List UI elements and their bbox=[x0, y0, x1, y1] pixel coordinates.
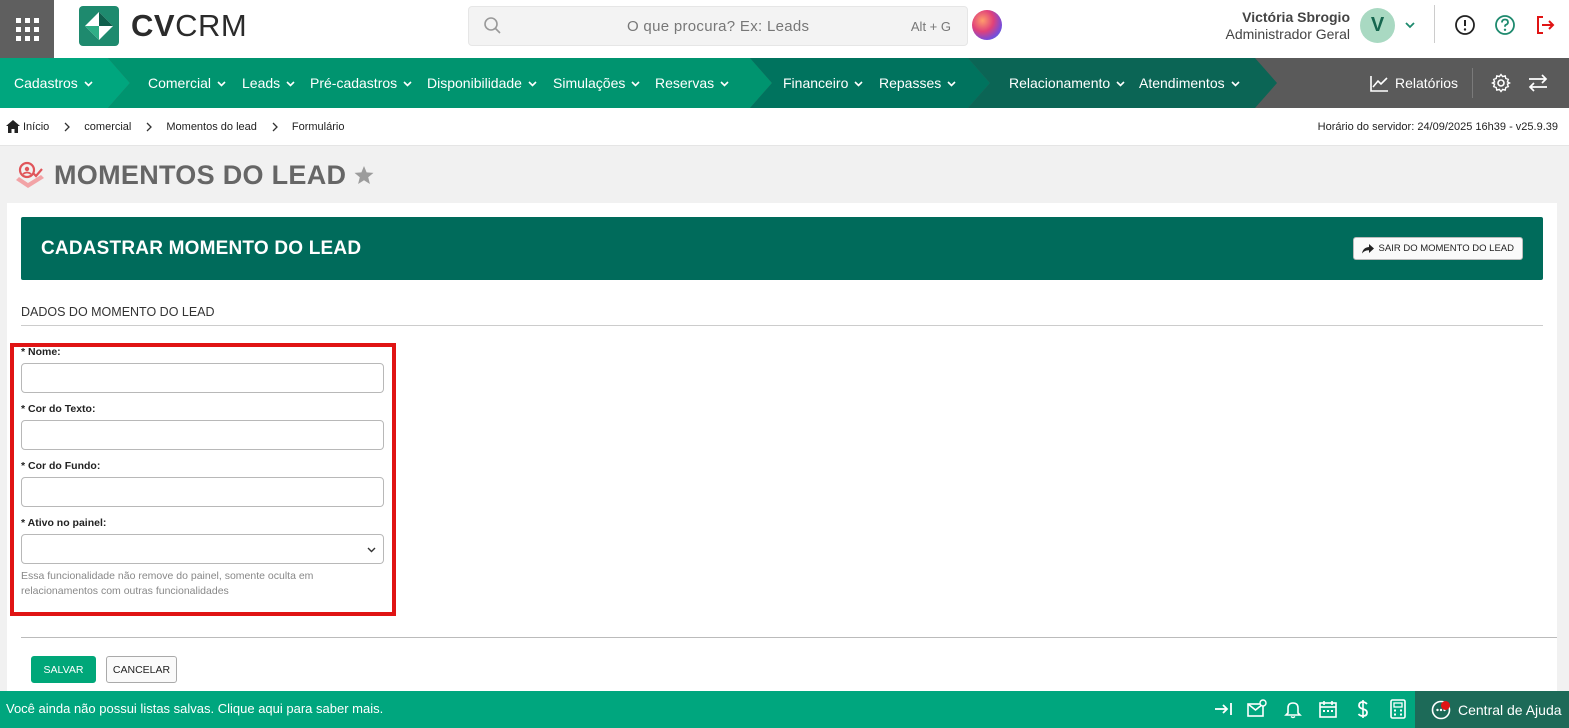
form-header: CADASTRAR MOMENTO DO LEAD SAIR DO MOMENT… bbox=[21, 217, 1543, 280]
nav-reservas[interactable]: Reservas bbox=[655, 58, 730, 108]
mail-settings-icon[interactable] bbox=[1247, 699, 1267, 719]
divider bbox=[1472, 68, 1473, 98]
help-center-button[interactable]: Central de Ajuda bbox=[1415, 691, 1569, 728]
divider bbox=[1434, 5, 1435, 43]
chevron-down-icon bbox=[1231, 80, 1240, 87]
calendar-icon[interactable] bbox=[1318, 699, 1338, 719]
nav-simulacoes[interactable]: Simulações bbox=[553, 58, 641, 108]
nav-leads[interactable]: Leads bbox=[242, 58, 296, 108]
collapse-right-icon[interactable] bbox=[1213, 699, 1233, 719]
home-icon bbox=[6, 120, 20, 133]
chevron-down-icon bbox=[1116, 80, 1125, 87]
global-search[interactable]: O que procura? Ex: Leads Alt + G bbox=[468, 6, 968, 46]
chevron-down-icon bbox=[217, 80, 226, 87]
info-icon[interactable] bbox=[1454, 14, 1476, 36]
dollar-icon[interactable] bbox=[1353, 699, 1373, 719]
active-panel-select[interactable] bbox=[21, 534, 384, 564]
apps-grid-button[interactable] bbox=[0, 0, 54, 58]
name-input[interactable] bbox=[21, 363, 384, 393]
search-placeholder: O que procura? Ex: Leads bbox=[627, 18, 810, 35]
server-time: Horário do servidor: 24/09/2025 16h39 - … bbox=[1317, 121, 1558, 133]
nav-relatorios[interactable]: Relatórios bbox=[1370, 58, 1458, 108]
chevron-down-icon bbox=[854, 80, 863, 87]
ai-assistant-icon[interactable] bbox=[972, 10, 1002, 40]
chevron-down-icon bbox=[720, 80, 729, 87]
logout-icon[interactable] bbox=[1534, 14, 1556, 36]
section-title: DADOS DO MOMENTO DO LEAD bbox=[21, 305, 215, 319]
chevron-down-icon bbox=[84, 80, 93, 87]
main-nav: Cadastros Comercial Leads Pré-cadastros … bbox=[0, 58, 1569, 108]
logo[interactable]: CVCRM bbox=[79, 6, 247, 46]
cancel-button[interactable]: CANCELAR bbox=[106, 656, 177, 683]
grid-icon bbox=[15, 17, 39, 41]
chevron-down-icon bbox=[631, 80, 640, 87]
chevron-down-icon bbox=[528, 80, 537, 87]
help-center-label: Central de Ajuda bbox=[1458, 701, 1562, 718]
help-icon[interactable] bbox=[1494, 14, 1516, 36]
logo-text: CVCRM bbox=[131, 8, 248, 43]
page-title: MOMENTOS DO LEAD bbox=[54, 160, 347, 190]
nav-financeiro[interactable]: Financeiro bbox=[783, 58, 864, 108]
share-arrow-icon bbox=[1361, 243, 1374, 253]
nav-pre-cadastros[interactable]: Pré-cadastros bbox=[310, 58, 413, 108]
search-shortcut: Alt + G bbox=[910, 19, 951, 34]
chevron-right-icon bbox=[146, 122, 153, 131]
active-panel-label: * Ativo no painel: bbox=[21, 517, 107, 529]
user-role: Administrador Geral bbox=[1225, 26, 1351, 42]
exit-button[interactable]: SAIR DO MOMENTO DO LEAD bbox=[1352, 237, 1523, 260]
background-color-input[interactable] bbox=[21, 477, 384, 507]
background-color-label: * Cor do Fundo: bbox=[21, 460, 101, 472]
help-text: Essa funcionalidade não remove do painel… bbox=[21, 570, 314, 597]
breadcrumb-formulario: Formulário bbox=[291, 120, 345, 133]
breadcrumb-bar: Início comercial Momentos do lead Formul… bbox=[0, 108, 1569, 146]
gear-icon[interactable] bbox=[1491, 73, 1511, 93]
save-button[interactable]: SALVAR bbox=[31, 656, 96, 683]
chevron-down-icon bbox=[367, 547, 376, 553]
name-label: * Nome: bbox=[21, 346, 61, 358]
logo-mark-icon bbox=[79, 6, 119, 46]
swap-icon[interactable] bbox=[1528, 74, 1548, 92]
exit-button-label: SAIR DO MOMENTO DO LEAD bbox=[1378, 243, 1514, 254]
text-color-label: * Cor do Texto: bbox=[21, 403, 96, 415]
form-title: CADASTRAR MOMENTO DO LEAD bbox=[41, 238, 362, 259]
breadcrumb-inicio[interactable]: Início bbox=[23, 121, 49, 133]
chevron-down-icon[interactable] bbox=[1403, 18, 1417, 32]
chart-line-icon bbox=[1370, 75, 1388, 92]
chevron-down-icon bbox=[286, 80, 295, 87]
text-color-input[interactable] bbox=[21, 420, 384, 450]
notification-dot bbox=[1441, 700, 1450, 710]
avatar[interactable]: V bbox=[1360, 8, 1395, 43]
nav-disponibilidade[interactable]: Disponibilidade bbox=[427, 58, 538, 108]
page-header: MOMENTOS DO LEAD bbox=[14, 160, 374, 191]
form-card: CADASTRAR MOMENTO DO LEAD SAIR DO MOMENT… bbox=[7, 203, 1557, 691]
nav-atendimentos[interactable]: Atendimentos bbox=[1139, 58, 1241, 108]
chevron-right-icon bbox=[272, 122, 278, 131]
divider bbox=[21, 637, 1557, 638]
nav-relacionamento[interactable]: Relacionamento bbox=[1009, 58, 1126, 108]
footer-bar: Você ainda não possui listas salvas. Cli… bbox=[0, 691, 1569, 728]
chevron-right-icon bbox=[64, 122, 71, 131]
nav-comercial[interactable]: Comercial bbox=[148, 58, 227, 108]
breadcrumb-momentos[interactable]: Momentos do lead bbox=[166, 121, 257, 133]
breadcrumb: Início comercial Momentos do lead Formul… bbox=[6, 120, 344, 133]
chat-bubble-icon bbox=[1431, 700, 1451, 720]
calculator-icon[interactable] bbox=[1388, 699, 1408, 719]
breadcrumb-comercial[interactable]: comercial bbox=[84, 121, 131, 133]
chevron-down-icon bbox=[947, 80, 956, 87]
nav-repasses[interactable]: Repasses bbox=[879, 58, 957, 108]
divider bbox=[21, 325, 1543, 326]
saved-lists-message[interactable]: Você ainda não possui listas salvas. Cli… bbox=[6, 701, 383, 716]
nav-cadastros[interactable]: Cadastros bbox=[14, 58, 94, 108]
user-info[interactable]: Victória Sbrogio Administrador Geral bbox=[1226, 9, 1351, 42]
star-icon[interactable] bbox=[354, 166, 374, 185]
bell-icon[interactable] bbox=[1283, 699, 1303, 719]
lead-moment-icon bbox=[16, 161, 44, 188]
search-icon bbox=[484, 17, 501, 34]
top-bar: CVCRM O que procura? Ex: Leads Alt + G V… bbox=[0, 0, 1569, 58]
chevron-down-icon bbox=[403, 80, 412, 87]
user-name: Victória Sbrogio bbox=[1242, 9, 1350, 25]
